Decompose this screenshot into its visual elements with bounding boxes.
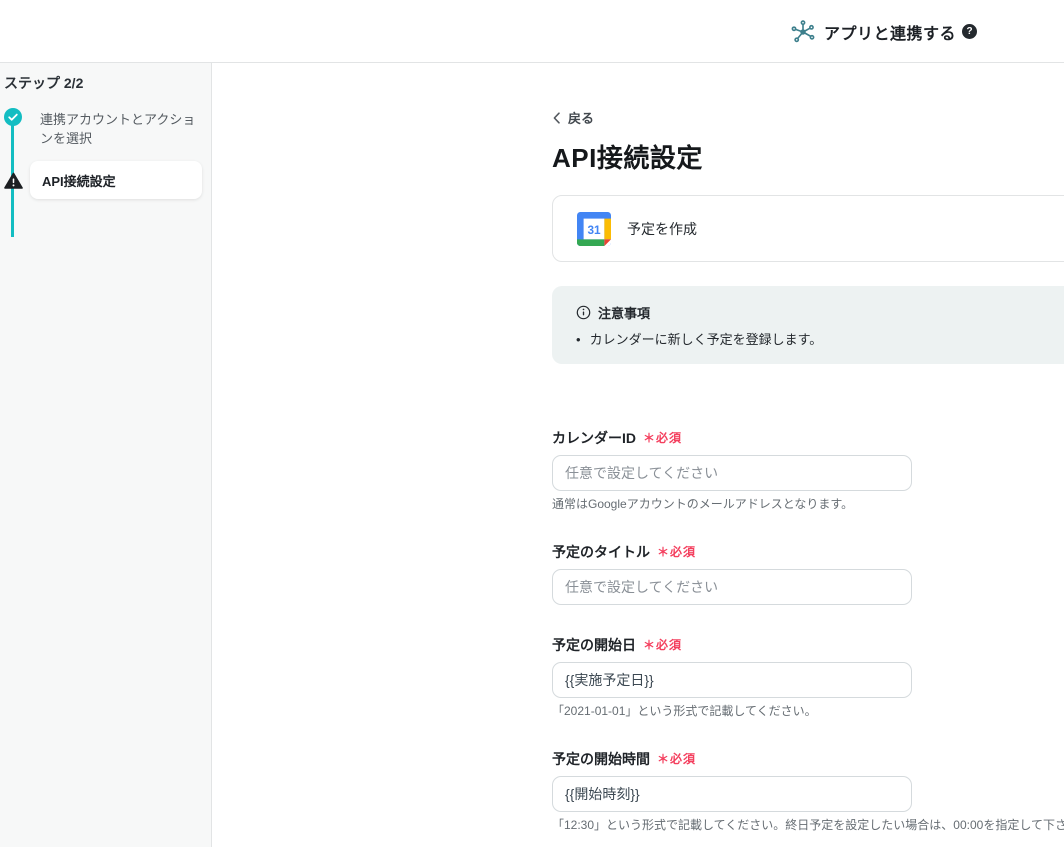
sidebar-step-select-account[interactable]: 連携アカウントとアクションを選択 (40, 110, 202, 148)
chevron-left-icon (552, 112, 561, 124)
event-title-input[interactable] (552, 569, 912, 605)
app-header-title-group: アプリと連携する ? (790, 0, 977, 63)
field-start-date: 予定の開始日 ＊必須 「2021-01-01」という形式で記載してください。 (552, 635, 1064, 719)
integration-hub-icon (790, 19, 816, 45)
step-counter: ステップ 2/2 (4, 73, 83, 93)
google-calendar-icon: 31 (577, 212, 611, 246)
field-calendar-id: カレンダーID ＊必須 通常はGoogleアカウントのメールアドレスとなります。 (552, 428, 1064, 512)
field-calendar-id-helper: 通常はGoogleアカウントのメールアドレスとなります。 (552, 497, 1064, 512)
required-badge: ＊必須 (657, 542, 696, 562)
field-start-time-helper: 「12:30」という形式で記載してください。終日予定を設定したい場合は、00:0… (552, 818, 1064, 833)
field-event-title: 予定のタイトル ＊必須 (552, 542, 1064, 605)
sidebar-step-api-settings-label: API接続設定 (42, 171, 116, 190)
sidebar-step-api-settings[interactable]: API接続設定 (30, 161, 202, 199)
step-warning-icon (4, 172, 23, 195)
field-event-title-label: 予定のタイトル (552, 542, 650, 562)
start-date-input[interactable] (552, 662, 912, 698)
svg-text:31: 31 (587, 222, 601, 236)
action-card-label: 予定を作成 (627, 219, 697, 239)
field-start-date-label: 予定の開始日 (552, 635, 636, 655)
app-title: アプリと連携する (824, 20, 956, 44)
app-header: アプリと連携する ? (0, 0, 1064, 63)
required-badge: ＊必須 (643, 635, 682, 655)
action-card-create-event[interactable]: 31 予定を作成 (552, 195, 1064, 262)
info-icon (576, 305, 591, 320)
steps-sidebar: ステップ 2/2 連携アカウントとアクションを選択 API接続設定 (0, 63, 212, 847)
field-start-time: 予定の開始時間 ＊必須 「12:30」という形式で記載してください。終日予定を設… (552, 749, 1064, 833)
field-start-date-helper: 「2021-01-01」という形式で記載してください。 (552, 704, 1064, 719)
bullet-dot: • (576, 331, 581, 348)
required-badge: ＊必須 (643, 428, 682, 448)
notice-box: 注意事項 • カレンダーに新しく予定を登録します。 (552, 286, 1064, 364)
start-time-input[interactable] (552, 776, 912, 812)
calendar-id-input[interactable] (552, 455, 912, 491)
required-badge: ＊必須 (657, 749, 696, 769)
help-icon[interactable]: ? (962, 24, 977, 39)
content-column: 戻る API接続設定 31 予定を作成 (552, 108, 1064, 847)
notice-item-text: カレンダーに新しく予定を登録します。 (590, 331, 823, 348)
back-label: 戻る (568, 108, 594, 127)
main-panel: 戻る API接続設定 31 予定を作成 (212, 63, 1064, 847)
field-start-time-label: 予定の開始時間 (552, 749, 650, 769)
page-title: API接続設定 (552, 141, 1064, 175)
notice-item: • カレンダーに新しく予定を登録します。 (576, 331, 1064, 348)
field-calendar-id-label: カレンダーID (552, 428, 636, 448)
notice-title: 注意事項 (598, 303, 650, 322)
back-button[interactable]: 戻る (552, 108, 594, 127)
